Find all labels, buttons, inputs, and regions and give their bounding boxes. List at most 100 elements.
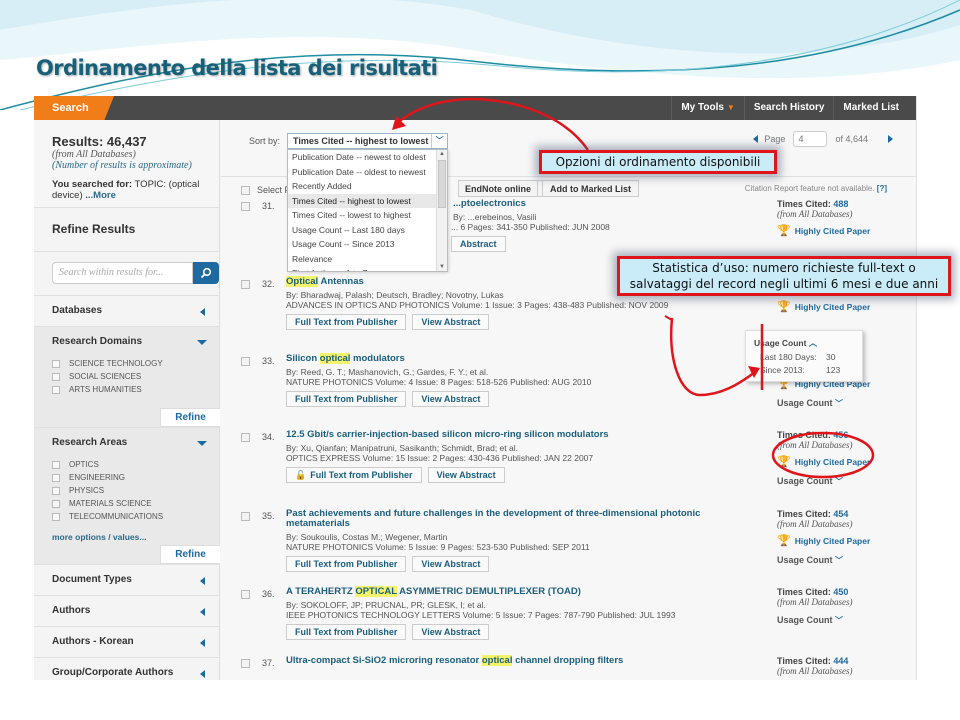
record-title-link[interactable]: Past achievements and future challenges … — [286, 509, 746, 529]
times-cited-link[interactable]: 454 — [833, 509, 848, 519]
full-text-button[interactable]: Full Text from Publisher — [286, 391, 407, 407]
highly-cited-badge[interactable]: 🏆 Highly Cited Paper — [777, 300, 916, 313]
add-to-marked-list-button[interactable]: Add to Marked List — [542, 180, 640, 197]
checkbox[interactable] — [52, 372, 60, 381]
page-number-input[interactable]: 4 — [793, 131, 828, 147]
record-checkbox[interactable] — [241, 202, 250, 211]
scroll-up-icon[interactable]: ▲ — [439, 151, 445, 157]
highly-cited-badge[interactable]: 🏆 Highly Cited Paper — [777, 455, 916, 468]
expand-arrow-icon[interactable] — [200, 670, 205, 678]
view-abstract-button[interactable]: View Abstract — [412, 624, 490, 640]
facet-option[interactable]: SCIENCE TECHNOLOGY — [52, 357, 201, 370]
endnote-select[interactable]: EndNote online ﹀ — [458, 180, 554, 197]
usage-count-toggle[interactable]: Usage Count ﹀ — [777, 555, 916, 566]
times-cited-link[interactable]: 444 — [833, 656, 848, 666]
collapse-arrow-icon[interactable] — [197, 340, 207, 345]
expand-arrow-icon[interactable] — [200, 308, 205, 316]
times-cited-link[interactable]: 450 — [833, 587, 848, 597]
usage-count-toggle[interactable]: Usage Count ﹀ — [777, 476, 916, 487]
next-page-icon[interactable] — [888, 135, 893, 143]
usage-count-toggle[interactable]: Usage Count ﹀ — [777, 615, 916, 626]
usage-popup-title[interactable]: Usage Count ︿ — [754, 337, 854, 349]
facet-authors[interactable]: Authors — [34, 596, 219, 627]
view-abstract-button[interactable]: View Abstract — [427, 467, 505, 483]
more-options-link[interactable]: more options / values... — [34, 527, 219, 545]
checkbox[interactable] — [52, 486, 60, 495]
times-cited-link[interactable]: 488 — [833, 199, 848, 209]
record-checkbox[interactable] — [241, 659, 250, 668]
checkbox[interactable] — [52, 499, 60, 508]
record-checkbox[interactable] — [241, 357, 250, 366]
sort-option[interactable]: Usage Count -- Last 180 days — [288, 223, 436, 238]
record-checkbox[interactable] — [241, 280, 250, 289]
sort-option[interactable]: Publication Date -- oldest to newest — [288, 165, 436, 180]
search-within-input[interactable]: Search within results for... — [52, 262, 194, 284]
chevron-down-icon[interactable]: ﹀ — [431, 134, 447, 148]
checkbox[interactable] — [52, 460, 60, 469]
facet-option[interactable]: ARTS HUMANITIES — [52, 383, 201, 396]
approximate-note-link[interactable]: (Number of results is approximate) — [52, 160, 201, 171]
facet-option[interactable]: ENGINEERING — [52, 471, 201, 484]
facet-authors-korean[interactable]: Authors - Korean — [34, 627, 219, 658]
facet-option[interactable]: MATERIALS SCIENCE — [52, 497, 201, 510]
times-cited-link[interactable]: 456 — [833, 430, 848, 440]
facet-document-types[interactable]: Document Types — [34, 565, 219, 596]
checkbox[interactable] — [52, 385, 60, 394]
record-checkbox[interactable] — [241, 590, 250, 599]
view-abstract-button[interactable]: Abstract — [451, 236, 506, 252]
sort-option[interactable]: First Author -- A to Z — [288, 266, 436, 271]
highly-cited-badge[interactable]: 🏆 Highly Cited Paper — [777, 534, 916, 547]
sort-option[interactable]: Recently Added — [288, 179, 436, 194]
full-text-button[interactable]: Full Text from Publisher — [286, 314, 407, 330]
checkbox[interactable] — [52, 359, 60, 368]
record-title-link[interactable]: 12.5 Gbit/s carrier-injection-based sili… — [286, 430, 746, 440]
view-abstract-button[interactable]: View Abstract — [412, 556, 490, 572]
highly-cited-badge[interactable]: 🏆 Highly Cited Paper — [777, 224, 916, 237]
record-checkbox[interactable] — [241, 512, 250, 521]
record-title-link[interactable]: ...ptoelectronics — [453, 199, 746, 209]
sort-option[interactable]: Relevance — [288, 252, 436, 267]
sort-select[interactable]: Times Cited -- highest to lowest ﹀ — [287, 133, 448, 149]
facet-group-authors[interactable]: Group/Corporate Authors — [34, 658, 219, 680]
more-link[interactable]: ...More — [85, 190, 116, 201]
scroll-down-icon[interactable]: ▼ — [439, 264, 445, 270]
checkbox[interactable] — [52, 512, 60, 521]
expand-arrow-icon[interactable] — [200, 639, 205, 647]
previous-page-icon[interactable] — [753, 135, 759, 143]
scrollbar-thumb[interactable] — [438, 160, 446, 208]
search-tab[interactable]: Search — [34, 96, 114, 120]
record-title-link[interactable]: Ultra-compact Si-SiO2 microring resonato… — [286, 655, 746, 666]
full-text-button[interactable]: Full Text from Publisher — [286, 556, 407, 572]
facet-option[interactable]: TELECOMMUNICATIONS — [52, 510, 201, 523]
sort-option-selected[interactable]: Times Cited -- highest to lowest — [288, 193, 436, 208]
record-title-link[interactable]: A TERAHERTZ OPTICAL ASYMMETRIC DEMULTIPL… — [286, 586, 746, 597]
full-text-button[interactable]: Full Text from Publisher — [286, 624, 407, 640]
marked-list-link[interactable]: Marked List — [833, 96, 908, 120]
dropdown-scrollbar[interactable]: ▲ ▼ — [436, 150, 447, 271]
help-link[interactable]: [?] — [877, 184, 887, 193]
chevron-up-icon[interactable]: ︿ — [809, 338, 818, 348]
search-within-button[interactable] — [193, 262, 219, 284]
usage-count-toggle[interactable]: Usage Count ﹀ — [777, 398, 916, 409]
record-title-link[interactable]: Silicon optical modulators — [286, 353, 746, 364]
facet-option[interactable]: OPTICS — [52, 458, 201, 471]
expand-arrow-icon[interactable] — [200, 608, 205, 616]
collapse-arrow-icon[interactable] — [197, 441, 207, 446]
refine-button[interactable]: Refine — [160, 408, 220, 427]
full-text-button[interactable]: 🔓 Full Text from Publisher — [286, 467, 422, 483]
view-abstract-button[interactable]: View Abstract — [412, 391, 490, 407]
expand-arrow-icon[interactable] — [200, 577, 205, 585]
refine-button[interactable]: Refine — [160, 545, 220, 564]
facet-databases[interactable]: Databases — [34, 296, 219, 327]
search-history-link[interactable]: Search History — [743, 96, 834, 120]
select-page-checkbox[interactable] — [241, 185, 250, 195]
facet-option[interactable]: SOCIAL SCIENCES — [52, 370, 201, 383]
view-abstract-button[interactable]: View Abstract — [412, 314, 490, 330]
facet-option[interactable]: PHYSICS — [52, 484, 201, 497]
sort-option[interactable]: Usage Count -- Since 2013 — [288, 237, 436, 252]
sort-option[interactable]: Publication Date -- newest to oldest — [288, 150, 436, 165]
sort-option[interactable]: Times Cited -- lowest to highest — [288, 208, 436, 223]
my-tools-menu[interactable]: My Tools ▼ — [671, 96, 744, 120]
record-checkbox[interactable] — [241, 433, 250, 442]
checkbox[interactable] — [52, 473, 60, 482]
